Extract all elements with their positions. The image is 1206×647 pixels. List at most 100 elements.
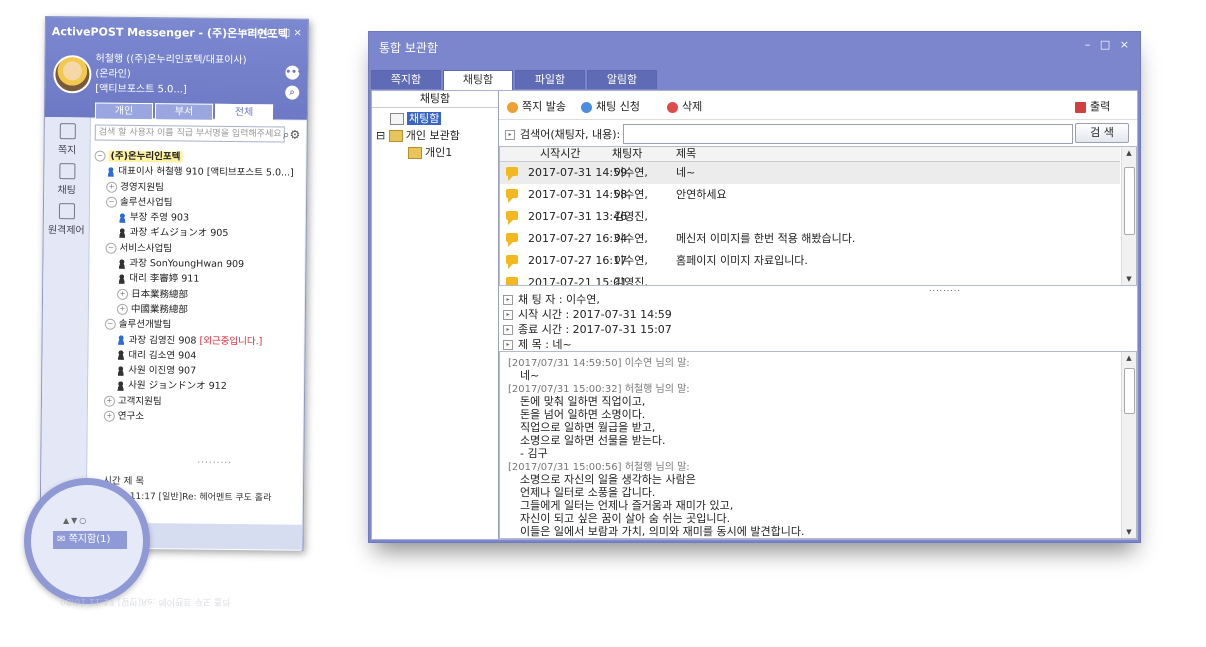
person-icon	[117, 212, 127, 223]
scroll-down-icon[interactable]: ▼	[1122, 528, 1136, 536]
menu-button[interactable]: menu	[241, 27, 270, 38]
archive-content: 쪽지 발송 채팅 신청 삭제 출력 ▸ 검색어(채팅자, 내용): 검 색 시작…	[499, 91, 1137, 539]
note-box-button[interactable]: ✉ 쪽지함(1)	[53, 531, 127, 549]
scroll-up-icon[interactable]: ▲	[1122, 354, 1136, 362]
splitter-handle[interactable]: .........	[197, 456, 232, 466]
scroll-up-icon[interactable]: ▲	[1122, 149, 1136, 157]
scroll-down-icon[interactable]: ▼	[1122, 275, 1136, 283]
tab-chats[interactable]: 채팅함	[443, 70, 513, 91]
expand-icon[interactable]: +	[103, 395, 116, 407]
tab-notes[interactable]: 쪽지함	[371, 70, 441, 89]
search-label: ▸ 검색어(채팅자, 내용):	[505, 126, 620, 142]
chat-bubble-icon	[506, 211, 518, 225]
list-header: 시작시간 채팅자 제목	[500, 147, 1120, 162]
sidebar-item-chat[interactable]: 채팅	[44, 163, 89, 196]
contact-row[interactable]: 대리 李審婷 911	[93, 271, 298, 288]
cell-time: 2017-07-31 14:59	[528, 166, 628, 179]
sidebar-item-label: 원격제어	[47, 225, 85, 237]
collapse-icon[interactable]: ⊟	[376, 129, 385, 142]
chat-bubble-icon	[506, 233, 518, 247]
cell-person: 이수연,	[614, 232, 648, 245]
delete-button[interactable]: 삭제	[667, 98, 702, 114]
expand-icon[interactable]: +	[116, 303, 128, 315]
note-icon	[59, 123, 76, 140]
tree-item-label: 솔루션개발팀	[118, 319, 172, 331]
more-icon[interactable]: •••	[285, 65, 303, 80]
contact-search-input[interactable]: 검색 할 사용자 이름 직급 부서명을 입력해주세요	[94, 124, 285, 143]
contact-row[interactable]: 과장 ギムジョンオ 905	[94, 225, 299, 242]
collapse-icon[interactable]: −	[105, 242, 117, 254]
tree-item-chat-box[interactable]: 채팅함	[390, 110, 442, 126]
contact-row[interactable]: 사원 ジョンドンオ 912	[92, 378, 297, 395]
expand-icon[interactable]: ▸	[503, 325, 513, 335]
scroll-thumb[interactable]	[1124, 167, 1135, 235]
person-icon	[116, 350, 126, 361]
contact-row[interactable]: 대표이사 허철행 910 [액티브포스트 5.0...]	[94, 164, 299, 181]
chat-request-button[interactable]: 채팅 신청	[581, 98, 640, 114]
messenger-menu-controls[interactable]: menu _ □ ×	[241, 27, 302, 39]
collapse-icon[interactable]: −	[94, 150, 106, 162]
table-row[interactable]: 2017-07-31 14:58 이수연, 안연하세요	[500, 184, 1120, 206]
expand-icon[interactable]: +	[106, 181, 118, 193]
window-controls[interactable]: _ □ ×	[273, 27, 302, 38]
group-row[interactable]: + 연구소	[92, 409, 297, 426]
column-start-time[interactable]: 시작시간	[540, 147, 580, 161]
sidebar-item-remote[interactable]: 원격제어	[44, 203, 89, 236]
list-scrollbar[interactable]: ▲ ▼	[1121, 147, 1136, 285]
search-icon[interactable]: ⌕	[285, 85, 300, 100]
scroll-arrows[interactable]: ▲▼○	[63, 516, 88, 525]
expand-icon[interactable]: +	[103, 410, 115, 422]
note-send-label: 쪽지 발송	[522, 100, 566, 113]
tab-department[interactable]: 부서	[154, 103, 214, 121]
transcript-scrollbar[interactable]: ▲ ▼	[1121, 352, 1136, 538]
tree-item-label: 中國業務總部	[130, 303, 189, 316]
group-row[interactable]: − 솔루션개발팀	[93, 317, 298, 334]
table-row[interactable]: 2017-07-27 16:34 이수연, 메신저 이미지를 한번 적용 해봤습니다…	[500, 228, 1120, 250]
toolbar: 쪽지 발송 채팅 신청 삭제 출력	[499, 91, 1137, 120]
expand-icon[interactable]: ▸	[503, 340, 513, 350]
tree-item-label: 사원 ジョンドンオ 912	[128, 380, 227, 393]
cell-person: 이수연,	[614, 254, 648, 267]
expand-icon[interactable]: ▸	[505, 130, 515, 140]
tree-item-label: 과장 SonYoungHwan 909	[129, 257, 245, 271]
tree-item-label: 솔루션사업팀	[119, 196, 173, 209]
collapse-icon[interactable]: −	[105, 196, 118, 208]
cell-time: 2017-07-21 15:01	[528, 276, 628, 286]
cell-person: 이수연,	[614, 166, 648, 179]
search-settings-icon[interactable]: ⌕⚙	[283, 127, 301, 142]
cell-time: 2017-07-31 13:46	[528, 210, 628, 223]
tab-alerts[interactable]: 알림함	[587, 70, 657, 89]
tree-item-personal-archive[interactable]: ⊟ 개인 보관함	[376, 127, 460, 143]
table-row[interactable]: 2017-07-31 13:46 김영진,	[500, 206, 1120, 228]
note-icon	[390, 113, 404, 125]
tree-item-label: 과장 ギムジョンオ 905	[129, 227, 229, 240]
tab-all[interactable]: 전체	[214, 103, 274, 122]
window-controls[interactable]: – □ ×	[1085, 38, 1132, 51]
reflection: 08/01 11:17 [일반]Re: 헤어멘트 쿠도 홀라	[60, 596, 231, 606]
print-button[interactable]: 출력	[1075, 98, 1110, 114]
expand-icon[interactable]: +	[117, 288, 129, 300]
column-chatter[interactable]: 채팅자	[612, 147, 642, 161]
table-row[interactable]: 2017-07-31 14:59 이수연, 네~	[500, 162, 1120, 184]
search-input[interactable]	[623, 124, 1073, 144]
search-button[interactable]: 검 색	[1075, 123, 1129, 143]
tab-files[interactable]: 파일함	[515, 70, 585, 89]
sidebar-item-note[interactable]: 쪽지	[45, 123, 90, 156]
detail-start: ▸ 시작 시간 : 2017-07-31 14:59	[503, 306, 672, 322]
scroll-thumb[interactable]	[1124, 368, 1135, 414]
expand-icon[interactable]: ▸	[503, 310, 513, 320]
table-row[interactable]: 2017-07-21 15:01 김영진,	[500, 272, 1120, 286]
cell-time: 2017-07-27 16:17	[528, 254, 628, 267]
tree-item-personal1[interactable]: 개인1	[408, 144, 452, 160]
expand-icon[interactable]: ▸	[503, 295, 513, 305]
column-subject[interactable]: 제목	[676, 147, 696, 161]
tab-personal[interactable]: 개인	[94, 102, 154, 121]
user-status[interactable]: (온라인)	[95, 67, 246, 84]
avatar[interactable]	[53, 55, 92, 94]
archive-tabs: 쪽지함 채팅함 파일함 알림함	[371, 70, 657, 91]
table-row[interactable]: 2017-07-27 16:17 이수연, 홈페이지 이미지 자료입니다.	[500, 250, 1120, 272]
note-send-button[interactable]: 쪽지 발송	[507, 98, 566, 114]
chat-request-label: 채팅 신청	[596, 100, 640, 113]
collapse-icon[interactable]: −	[104, 318, 116, 331]
person-icon	[117, 258, 127, 269]
